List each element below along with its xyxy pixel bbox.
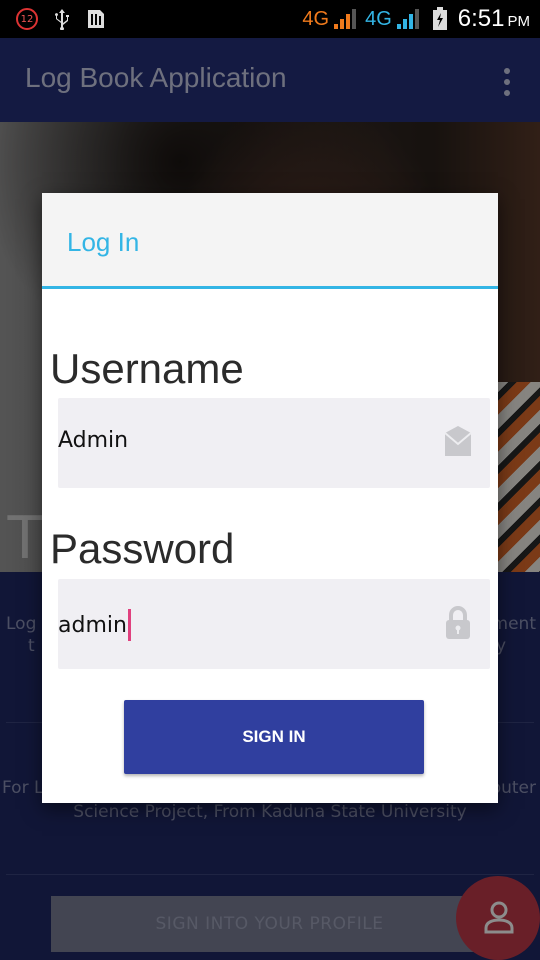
login-dialog: Log In Username Admin Password admin SIG… <box>42 193 498 803</box>
mail-icon <box>444 426 472 456</box>
password-value-wrap: admin <box>58 609 131 641</box>
username-value: Admin <box>58 428 129 453</box>
signal-icon <box>396 9 419 29</box>
password-field[interactable]: admin <box>58 579 490 669</box>
sim-icon <box>88 10 104 28</box>
notification-badge: 12 <box>16 8 38 30</box>
clock: 6:51 PM <box>458 5 530 33</box>
status-left: 12 <box>16 8 106 30</box>
battery-charging-icon <box>432 7 447 30</box>
password-label: Password <box>50 525 235 572</box>
clock-time: 6:51 <box>457 5 505 32</box>
username-field[interactable]: Admin <box>58 398 490 488</box>
sign-in-button[interactable]: SIGN IN <box>124 700 424 774</box>
network-type-1: 4G <box>302 7 330 30</box>
text-cursor <box>127 609 131 641</box>
lock-icon <box>446 606 470 639</box>
clock-ampm: PM <box>507 13 531 30</box>
usb-icon <box>55 9 69 30</box>
network-type-2: 4G <box>365 7 392 30</box>
dialog-title: Log In <box>67 227 140 257</box>
status-right: 4G 4G 6:51 PM <box>302 5 530 33</box>
status-bar: 12 4G 4G 6:51 PM <box>0 0 540 38</box>
password-value: admin <box>58 612 127 638</box>
username-label: Username <box>50 345 244 392</box>
dialog-header: Log In <box>42 193 498 289</box>
signal-icon <box>334 9 357 29</box>
